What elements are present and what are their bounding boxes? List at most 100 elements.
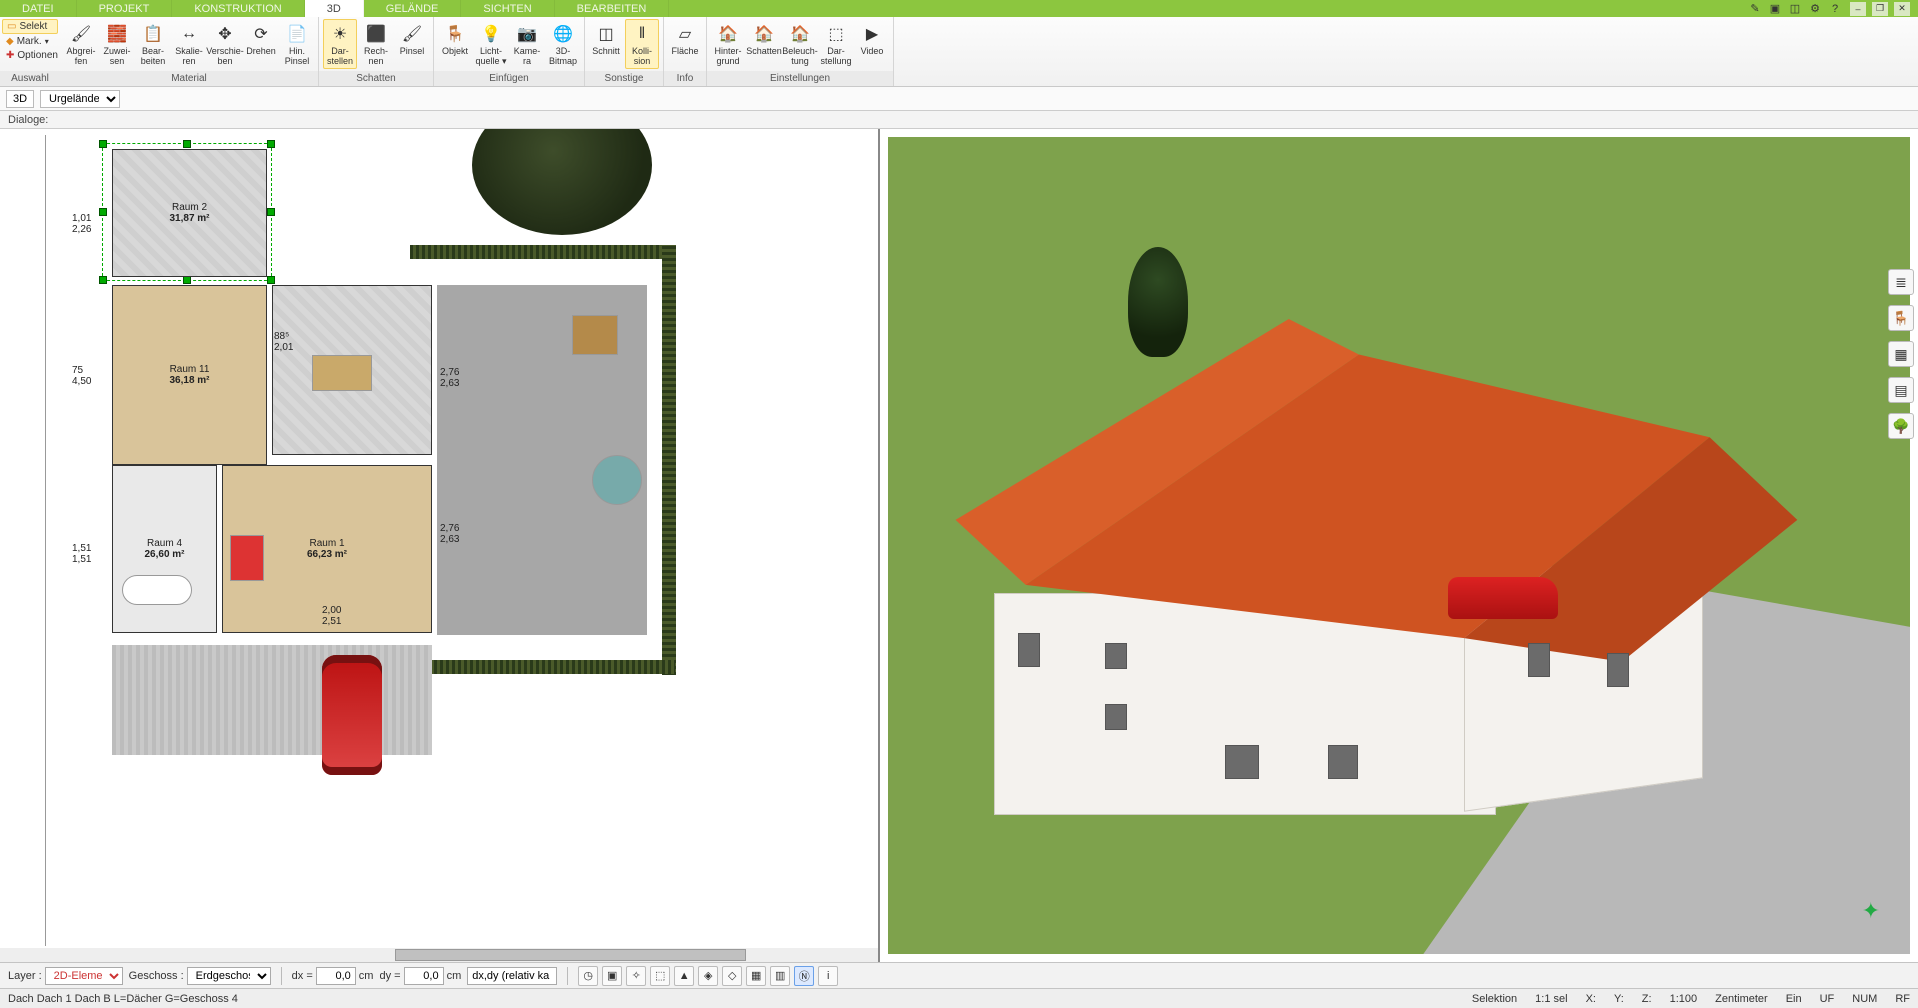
bottom-tool-8[interactable]: ▥ [770, 966, 790, 986]
bottom-tool-0[interactable]: ◷ [578, 966, 598, 986]
coord-mode-input[interactable] [467, 967, 557, 985]
tab-bearbeiten[interactable]: BEARBEITEN [555, 0, 670, 17]
bottom-tool-4[interactable]: ▲ [674, 966, 694, 986]
ribbon-group-label: Material [60, 71, 318, 86]
bitmap3d-icon: 🌐 [551, 22, 575, 46]
pane-3d[interactable]: ✦ [880, 129, 1918, 962]
kamera-button[interactable]: 📷Kame- ra [510, 19, 544, 69]
car-2d [322, 655, 382, 775]
bitmap3d-button[interactable]: 🌐3D- Bitmap [546, 19, 580, 69]
cube-icon[interactable]: ◫ [1788, 2, 1802, 16]
status-selection: Selektion [1472, 993, 1517, 1005]
room-11[interactable]: Raum 1136,18 m² [112, 285, 267, 465]
hedge-bottom [410, 660, 675, 674]
darstellung-icon: ⬚ [824, 22, 848, 46]
bench [572, 315, 618, 355]
status-left: Dach Dach 1 Dach B L=Dächer G=Geschoss 4 [8, 993, 238, 1005]
beleuchtung-button[interactable]: 🏠Beleuch- tung [783, 19, 817, 69]
abgreifen-button[interactable]: 🖌Abgrei- fen [64, 19, 98, 69]
close-button[interactable]: ✕ [1894, 2, 1910, 16]
scrollbar-2d[interactable] [0, 948, 878, 962]
tab-projekt[interactable]: PROJEKT [77, 0, 173, 17]
darstellen-button[interactable]: ☀Dar- stellen [323, 19, 357, 69]
pinsel-icon: 🖌 [400, 22, 424, 46]
room-4[interactable]: Raum 426,60 m² [112, 465, 217, 633]
video-button[interactable]: ▶Video [855, 19, 889, 59]
verschieben-button[interactable]: ✥Verschie- ben [208, 19, 242, 69]
pinsel-button[interactable]: 🖌Pinsel [395, 19, 429, 59]
darstellung-button[interactable]: ⬚Dar- stellung [819, 19, 853, 69]
bearbeiten-icon: 📋 [141, 22, 165, 46]
bottom-tool-9[interactable]: Ⓝ [794, 966, 814, 986]
tab-3d[interactable]: 3D [305, 0, 364, 17]
kollision-button[interactable]: ‖Kolli- sion [625, 19, 659, 69]
driveway-2d [112, 645, 432, 755]
rechnen-button[interactable]: ⬛Rech- nen [359, 19, 393, 69]
schnitt-icon: ◫ [594, 22, 618, 46]
tree-2d [472, 129, 652, 235]
ribbon-group-material: 🖌Abgrei- fen🧱Zuwei- sen📋Bear- beiten↔Ska… [60, 17, 319, 86]
sub-toolbar: Urgelände [0, 87, 1918, 111]
floor-plan[interactable]: 1,012,26 754,50 1,511,51 Raum 231,87 m² … [12, 135, 866, 946]
help-icon[interactable]: ? [1828, 2, 1842, 16]
bottom-tool-5[interactable]: ◈ [698, 966, 718, 986]
bearbeiten-button[interactable]: 📋Bear- beiten [136, 19, 170, 69]
ribbon-group-einstellungen: 🏠Hinter- grund🏠Schatten🏠Beleuch- tung⬚Da… [707, 17, 894, 86]
schatten2-button[interactable]: 🏠Schatten [747, 19, 781, 59]
view-mode-input[interactable] [6, 90, 34, 108]
bottom-tool-2[interactable]: ✧ [626, 966, 646, 986]
side-tool-render[interactable]: 🪑 [1888, 305, 1914, 331]
bottom-tool-3[interactable]: ⬚ [650, 966, 670, 986]
terrain-select[interactable]: Urgelände [40, 90, 120, 108]
status-bar: Dach Dach 1 Dach B L=Dächer G=Geschoss 4… [0, 988, 1918, 1008]
dialog-label: Dialoge: [8, 114, 48, 126]
geschoss-label: Geschoss : [129, 970, 184, 982]
status-unit: Zentimeter [1715, 993, 1768, 1005]
schnitt-button[interactable]: ◫Schnitt [589, 19, 623, 59]
minimize-button[interactable]: – [1850, 2, 1866, 16]
lichtquelle-button[interactable]: 💡Licht- quelle ▾ [474, 19, 508, 69]
maximize-button[interactable]: ❐ [1872, 2, 1888, 16]
ribbon-group-einfügen: 🪑Objekt💡Licht- quelle ▾📷Kame- ra🌐3D- Bit… [434, 17, 585, 86]
objekt-button[interactable]: 🪑Objekt [438, 19, 472, 59]
selekt-toggle[interactable]: ▭Selekt [2, 19, 58, 34]
tab-datei[interactable]: DATEI [0, 0, 77, 17]
side-tool-palette[interactable]: ▤ [1888, 377, 1914, 403]
bottom-tool-1[interactable]: ▣ [602, 966, 622, 986]
drehen-button[interactable]: ⟳Drehen [244, 19, 278, 59]
dy-input[interactable] [404, 967, 444, 985]
skalieren-button[interactable]: ↔Skalie- ren [172, 19, 206, 69]
title-quick-icons: ✎ ▣ ◫ ⚙? [1748, 0, 1850, 17]
pencil-icon[interactable]: ✎ [1748, 2, 1762, 16]
tab-konstruktion[interactable]: KONSTRUKTION [172, 0, 304, 17]
view-3d[interactable]: ✦ [888, 137, 1910, 954]
side-tool-materials[interactable]: ▦ [1888, 341, 1914, 367]
pane-2d[interactable]: 1,012,26 754,50 1,511,51 Raum 231,87 m² … [0, 129, 880, 962]
mark-toggle[interactable]: ◆Mark.▾ [2, 35, 58, 48]
layer-icon[interactable]: ▣ [1768, 2, 1782, 16]
dx-input[interactable] [316, 967, 356, 985]
side-tool-layers[interactable]: ≣ [1888, 269, 1914, 295]
ribbon-group-label: Schatten [319, 71, 433, 86]
geschoss-select[interactable]: Erdgeschos [187, 967, 271, 985]
settings-icon[interactable]: ⚙ [1808, 2, 1822, 16]
compass-icon: ✦ [1862, 898, 1880, 924]
flaeche-button[interactable]: ▱Fläche [668, 19, 702, 59]
bottom-tool-7[interactable]: ▦ [746, 966, 766, 986]
bottom-tool-10[interactable]: i [818, 966, 838, 986]
optionen-toggle[interactable]: ✚Optionen [2, 49, 58, 62]
zuweisen-button[interactable]: 🧱Zuwei- sen [100, 19, 134, 69]
layer-select[interactable]: 2D-Elemen [45, 967, 123, 985]
side-quick-tools: ≣ 🪑 ▦ ▤ 🌳 [1888, 269, 1914, 439]
ribbon-group-auswahl: ▭Selekt ◆Mark.▾ ✚Optionen Auswahl [0, 17, 60, 86]
tab-sichten[interactable]: SICHTEN [461, 0, 554, 17]
bottom-tool-6[interactable]: ◇ [722, 966, 742, 986]
hinpinsel-button[interactable]: 📄Hin. Pinsel [280, 19, 314, 69]
side-tool-plant[interactable]: 🌳 [1888, 413, 1914, 439]
sofa [230, 535, 264, 581]
verschieben-icon: ✥ [213, 22, 237, 46]
room-2[interactable]: Raum 231,87 m² [112, 149, 267, 277]
hintergrund-button[interactable]: 🏠Hinter- grund [711, 19, 745, 69]
tab-gelände[interactable]: GELÄNDE [364, 0, 462, 17]
status-scale: 1:100 [1670, 993, 1698, 1005]
